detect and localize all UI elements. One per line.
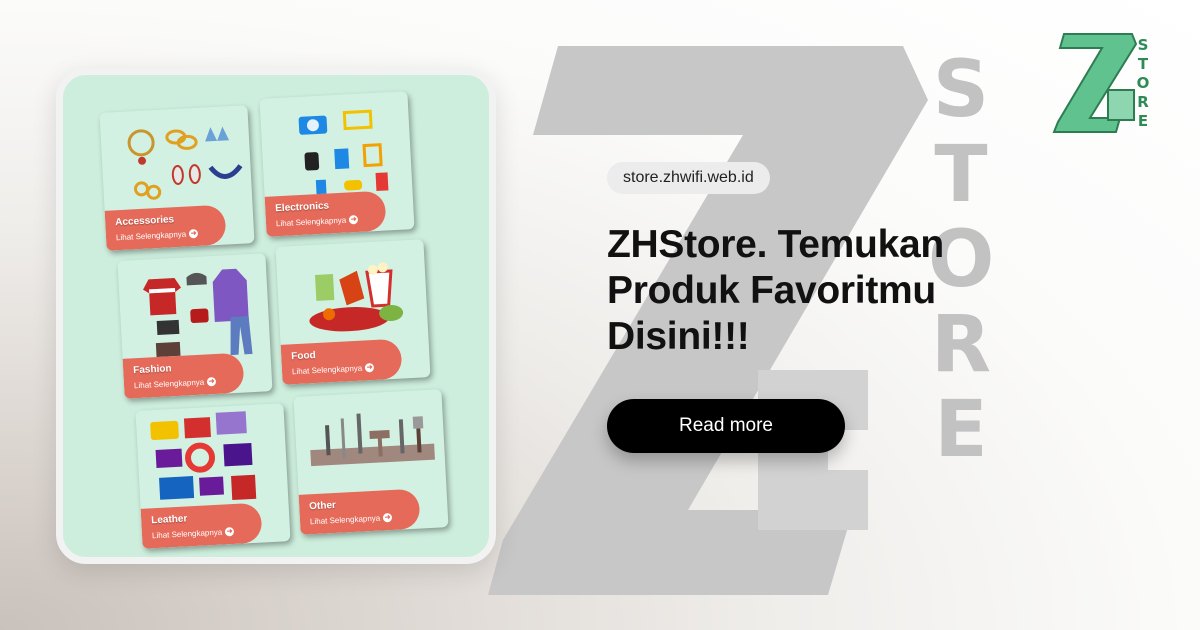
arrow-right-icon: ➜ <box>364 362 375 373</box>
headline-line-3: Disini!!! <box>607 315 750 358</box>
category-title: Leather <box>150 513 188 527</box>
tablet-mockup: Accessories Lihat Selengkapnya ➜ Electron… <box>56 68 496 564</box>
leather-illustration <box>150 411 257 501</box>
category-card-other[interactable]: Other Lihat Selengkapnya ➜ <box>293 389 449 535</box>
tools-illustration <box>310 413 435 467</box>
arrow-right-icon: ➜ <box>382 512 393 523</box>
page-headline: ZHStore. Temukan Produk Favoritmu Disini… <box>607 222 987 360</box>
category-title: Food <box>290 350 316 363</box>
category-card-accessories[interactable]: Accessories Lihat Selengkapnya ➜ <box>99 105 255 251</box>
category-card-food[interactable]: Food Lihat Selengkapnya ➜ <box>275 239 431 385</box>
category-card-fashion[interactable]: Fashion Lihat Selengkapnya ➜ <box>117 253 273 399</box>
category-title: Other <box>308 499 337 513</box>
accessories-illustration <box>127 126 243 200</box>
electronics-illustration <box>298 109 389 195</box>
arrow-right-icon: ➜ <box>206 376 217 387</box>
arrow-right-icon: ➜ <box>188 228 199 239</box>
arrow-right-icon: ➜ <box>224 526 235 537</box>
category-title: Fashion <box>132 363 172 377</box>
food-illustration <box>309 262 404 332</box>
arrow-right-icon: ➜ <box>348 214 359 225</box>
logo-store-text: S T O R E <box>1136 36 1150 130</box>
category-card-electronics[interactable]: Electronics Lihat Selengkapnya ➜ <box>259 91 415 237</box>
headline-line-2: Produk Favoritmu <box>607 269 936 312</box>
site-url-chip[interactable]: store.zhwifi.web.id <box>607 162 770 194</box>
headline-line-1: ZHStore. Temukan <box>607 223 944 266</box>
category-card-leather[interactable]: Leather Lihat Selengkapnya ➜ <box>135 403 291 549</box>
fashion-illustration <box>143 268 253 358</box>
read-more-button[interactable]: Read more <box>607 399 845 453</box>
